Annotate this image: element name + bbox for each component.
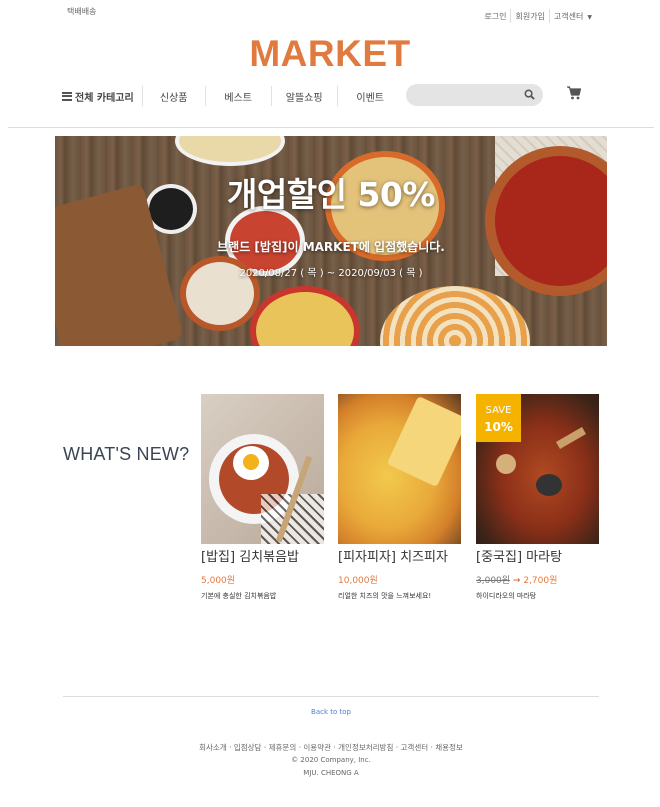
copyright: © 2020 Company, Inc. <box>291 756 371 764</box>
product-price-group: 3,000원 → 2,700원 <box>476 573 599 586</box>
save-badge-value: 10% <box>484 420 513 434</box>
promo-banner[interactable]: 개업할인 50% 브랜드 [밥집]이 MARKET에 입점했습니다. 2020/… <box>55 136 607 346</box>
product-card[interactable]: [피자피자] 치즈피자 10,000원 리얼한 치즈의 맛을 느껴보세요! <box>338 394 461 601</box>
main-nav: 전체 카테고리 신상품 베스트 알뜰쇼핑 이벤트 <box>62 84 602 108</box>
product-name[interactable]: [밥집] 김치볶음밥 <box>201 549 324 566</box>
footer-link[interactable]: 회사소개 <box>199 743 227 752</box>
hamburger-icon <box>62 90 72 102</box>
nav-item-bargain[interactable]: 알뜰쇼핑 <box>272 89 337 104</box>
search-input[interactable] <box>406 84 543 106</box>
footer-link[interactable]: 이용약관 <box>303 743 331 752</box>
footer-divider <box>63 696 599 697</box>
support-label: 고객센터 <box>553 11 584 21</box>
product-name[interactable]: [피자피자] 치즈피자 <box>338 549 461 566</box>
product-description: 리얼한 치즈의 맛을 느껴보세요! <box>338 592 432 600</box>
product-image-kimchi-fried-rice[interactable] <box>201 394 324 544</box>
save-badge-label: SAVE <box>485 405 512 416</box>
footer-link[interactable]: 채용정보 <box>435 743 463 752</box>
all-categories-button[interactable]: 전체 카테고리 <box>62 89 134 104</box>
cart-icon[interactable] <box>566 85 582 101</box>
login-link[interactable]: 로그인 <box>480 11 510 22</box>
header-divider <box>8 127 654 128</box>
footer-link[interactable]: 제휴문의 <box>269 743 297 752</box>
author-credit: MJU. CHEONG A <box>303 769 359 777</box>
caret-down-icon: ▼ <box>587 13 592 21</box>
search-icon[interactable] <box>524 89 535 100</box>
product-price: 10,000원 <box>338 576 378 586</box>
product-price: 5,000원 <box>201 576 236 586</box>
signup-link[interactable]: 회원가입 <box>511 11 548 22</box>
save-badge: SAVE 10% <box>476 394 521 442</box>
banner-title: 개업할인 50% <box>227 175 435 214</box>
section-title: WHAT'S NEW? <box>63 444 190 464</box>
product-price: 2,700원 <box>523 576 558 586</box>
arrow-right-icon: → <box>512 576 521 586</box>
delivery-label: 택배배송 <box>67 7 97 16</box>
back-to-top-link[interactable]: Back to top <box>0 708 660 716</box>
product-old-price: 3,000원 <box>476 576 511 586</box>
footer-link[interactable]: 고객센터 <box>401 743 429 752</box>
product-description: 기본에 충실한 김치볶음밥 <box>201 592 277 600</box>
product-image-malatang[interactable]: SAVE 10% <box>476 394 599 544</box>
banner-date: 2020/08/27 ( 목 ) ~ 2020/09/03 ( 목 ) <box>239 268 423 279</box>
nav-item-event[interactable]: 이벤트 <box>338 89 403 104</box>
footer-link[interactable]: 입점상담 <box>234 743 262 752</box>
all-categories-label: 전체 카테고리 <box>75 92 134 104</box>
footer-links: 회사소개 · 입점상담 · 제휴문의 · 이용약관 · 개인정보처리방침 · 고… <box>199 743 463 752</box>
product-description: 하이디라오의 마라탕 <box>476 592 537 600</box>
nav-item-new[interactable]: 신상품 <box>143 89 205 104</box>
top-utility-bar: 택배배송 로그인 회원가입 고객센터 ▼ <box>0 0 660 28</box>
product-card[interactable]: SAVE 10% [중국집] 마라탕 3,000원 → 2,700원 하이디라오… <box>476 394 599 601</box>
site-logo[interactable]: MARKET <box>0 33 660 75</box>
footer-link[interactable]: 개인정보처리방침 <box>338 743 393 752</box>
support-dropdown[interactable]: 고객센터 ▼ <box>550 11 596 22</box>
account-links: 로그인 회원가입 고객센터 ▼ <box>480 9 596 23</box>
product-card[interactable]: [밥집] 김치볶음밥 5,000원 기본에 충실한 김치볶음밥 <box>201 394 324 601</box>
banner-subtitle: 브랜드 [밥집]이 MARKET에 입점했습니다. <box>217 240 445 254</box>
product-image-cheese-pizza[interactable] <box>338 394 461 544</box>
nav-item-best[interactable]: 베스트 <box>206 89 271 104</box>
product-name[interactable]: [중국집] 마라탕 <box>476 549 599 566</box>
